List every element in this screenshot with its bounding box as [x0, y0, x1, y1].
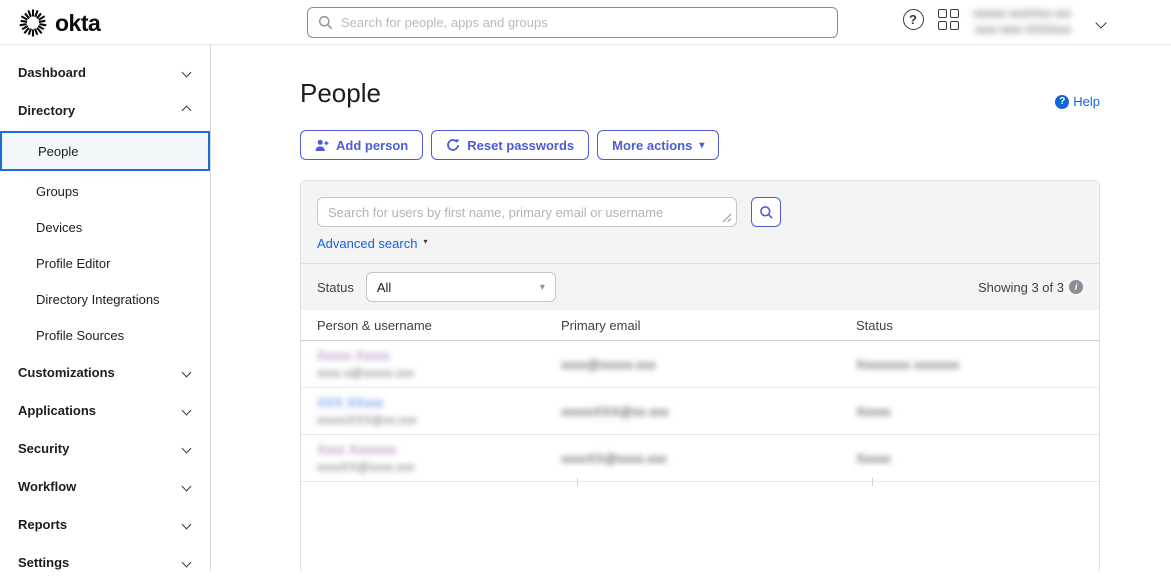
grid-2x2-icon — [938, 9, 959, 30]
caret-down-icon: ▾ — [540, 282, 545, 293]
column-person-username: Person & username — [301, 318, 561, 333]
action-buttons: Add person Reset passwords More actions … — [300, 130, 1171, 160]
chevron-down-icon — [182, 443, 192, 453]
reset-passwords-button[interactable]: Reset passwords — [431, 130, 589, 160]
people-card: Advanced search ▾ Status All ▾ Showing 3… — [300, 180, 1100, 571]
sidebar-item-directory[interactable]: Directory — [0, 91, 210, 129]
sidebar-item-workflow[interactable]: Workflow — [0, 467, 210, 505]
chevron-down-icon — [1095, 17, 1106, 28]
help-link[interactable]: ? Help — [1055, 94, 1100, 109]
person-username: xxxxxXXX@xx.xxx — [317, 413, 561, 427]
more-actions-button[interactable]: More actions ▾ — [597, 130, 719, 160]
sidebar-item-directory-integrations[interactable]: Directory Integrations — [0, 281, 210, 317]
global-search-input[interactable] — [341, 15, 827, 30]
status-select[interactable]: All ▾ — [366, 272, 556, 302]
user-search-field[interactable] — [317, 197, 737, 227]
main-content: People ? Help Add person Reset passwords… — [211, 45, 1171, 571]
global-search[interactable] — [307, 7, 838, 38]
table-row[interactable]: XXX XXxxx xxxxxXXX@xx.xxx xxxxxXXX@xx.xx… — [301, 388, 1099, 435]
okta-sunburst-icon — [18, 8, 48, 38]
sidebar-item-people[interactable]: People — [0, 131, 210, 171]
chevron-down-icon — [182, 481, 192, 491]
advanced-search-link[interactable]: Advanced search ▾ — [317, 236, 427, 251]
table-row[interactable]: Xxxxx Xxxxx xxxx.x@xxxxx.xxx xxxx@xxxxx.… — [301, 341, 1099, 388]
okta-wordmark: okta — [55, 10, 100, 37]
person-plus-icon — [315, 139, 329, 152]
person-name-link[interactable]: Xxxx Xxxxxxx — [317, 442, 561, 457]
user-menu-button[interactable] — [1097, 14, 1105, 32]
status-filter-row: Status All ▾ Showing 3 of 3 i — [301, 264, 1099, 310]
user-account-label[interactable]: xxxxxx xxxXXxx xxx xxxx xxxx XXXXxxx — [963, 6, 1071, 38]
person-email: xxxxXX@xxxx.xxx — [561, 451, 856, 466]
person-status: Xxxxx — [856, 451, 1099, 466]
chevron-up-icon — [182, 105, 192, 115]
caret-down-icon: ▾ — [423, 237, 427, 246]
chevron-down-icon — [182, 557, 192, 567]
resize-handle-icon[interactable] — [721, 212, 732, 223]
add-person-button[interactable]: Add person — [300, 130, 423, 160]
sidebar-item-devices[interactable]: Devices — [0, 209, 210, 245]
help-menu-button[interactable]: ? — [901, 7, 925, 31]
filter-panel: Advanced search ▾ Status All ▾ Showing 3… — [301, 181, 1099, 310]
showing-count: Showing 3 of 3 i — [978, 280, 1083, 295]
search-icon — [759, 205, 774, 220]
okta-logo[interactable]: okta — [18, 8, 100, 38]
column-status: Status — [856, 318, 1099, 333]
sidebar-item-dashboard[interactable]: Dashboard — [0, 53, 210, 91]
user-search-zone: Advanced search ▾ — [301, 181, 1099, 264]
search-icon — [318, 15, 333, 30]
person-username: xxxxXX@xxxx.xxx — [317, 460, 561, 474]
refresh-icon — [446, 138, 460, 152]
person-name-link[interactable]: XXX XXxxx — [317, 395, 561, 410]
sidebar-item-applications[interactable]: Applications — [0, 391, 210, 429]
chevron-down-icon — [182, 519, 192, 529]
person-name-link[interactable]: Xxxxx Xxxxx — [317, 348, 561, 363]
table-row[interactable]: Xxxx Xxxxxxx xxxxXX@xxxx.xxx xxxxXX@xxxx… — [301, 435, 1099, 482]
question-circle-filled-icon: ? — [1055, 95, 1069, 109]
status-label: Status — [317, 280, 354, 295]
topbar: okta ? xxxxxx xxxXXxx xxx xxxx xxxx XXXX… — [0, 0, 1171, 45]
sidebar-nav: Dashboard Directory People Groups Device… — [0, 45, 211, 571]
table-header: Person & username Primary email Status — [301, 310, 1099, 341]
info-circle-filled-icon[interactable]: i — [1069, 280, 1083, 294]
page-title: People — [300, 78, 1171, 109]
person-username: xxxx.x@xxxxx.xxx — [317, 366, 561, 380]
sidebar-item-profile-editor[interactable]: Profile Editor — [0, 245, 210, 281]
chevron-down-icon — [182, 367, 192, 377]
sidebar-item-profile-sources[interactable]: Profile Sources — [0, 317, 210, 353]
person-email: xxxxxXXX@xx.xxx — [561, 404, 856, 419]
person-status: Xxxxxxxx xxxxxxx — [856, 357, 1099, 372]
apps-menu-button[interactable] — [936, 7, 960, 31]
caret-down-icon: ▾ — [699, 140, 704, 151]
sidebar-item-settings[interactable]: Settings — [0, 543, 210, 581]
sidebar-item-customizations[interactable]: Customizations — [0, 353, 210, 391]
user-search-input[interactable] — [318, 198, 736, 226]
sidebar-item-groups[interactable]: Groups — [0, 173, 210, 209]
search-button[interactable] — [751, 197, 781, 227]
sidebar-item-security[interactable]: Security — [0, 429, 210, 467]
question-circle-icon: ? — [903, 9, 924, 30]
person-email: xxxx@xxxxx.xxx — [561, 357, 856, 372]
sidebar-item-reports[interactable]: Reports — [0, 505, 210, 543]
column-primary-email: Primary email — [561, 318, 856, 333]
chevron-down-icon — [182, 67, 192, 77]
chevron-down-icon — [182, 405, 192, 415]
person-status: Xxxxx — [856, 404, 1099, 419]
